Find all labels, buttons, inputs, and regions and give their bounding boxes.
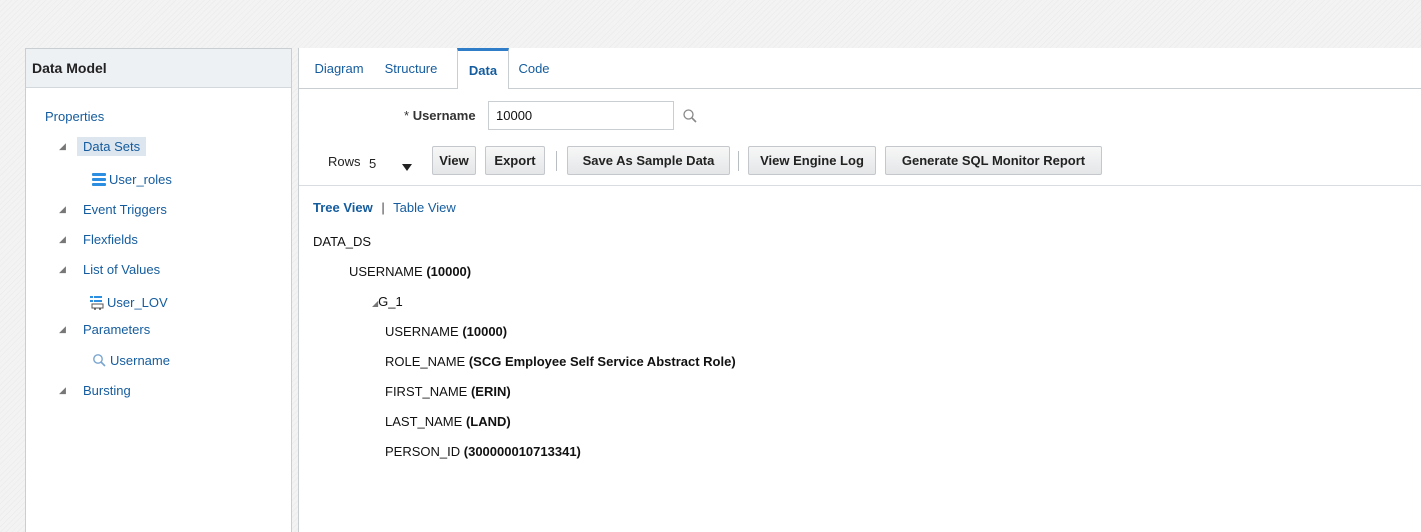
tab-diagram[interactable]: Diagram — [307, 48, 371, 88]
tree-field: LAST_NAME (LAND) — [385, 414, 511, 429]
tree-node-data-sets[interactable]: ◢ Data Sets — [59, 136, 147, 156]
tree-node-flexfields[interactable]: ◢ Flexfields — [59, 229, 138, 249]
tab-structure[interactable]: Structure — [377, 48, 445, 88]
tree-field: ROLE_NAME (SCG Employee Self Service Abs… — [385, 354, 736, 369]
data-model-panel: Data Model Properties ◢ Data Sets User_r… — [25, 48, 292, 532]
search-icon — [92, 353, 106, 367]
search-icon[interactable] — [682, 108, 698, 124]
username-param-label: * Username — [404, 108, 476, 123]
tree-field: PERSON_ID (300000010713341) — [385, 444, 581, 459]
tab-bar: Diagram Structure Data Code — [299, 48, 1421, 89]
tree-node-label: User_roles — [109, 171, 172, 187]
tree-node-label: Flexfields — [83, 231, 138, 247]
collapse-triangle-icon[interactable]: ◢ — [59, 204, 83, 215]
tree-node-username-param[interactable]: Username — [92, 350, 170, 370]
collapse-triangle-icon[interactable]: ◢ — [59, 234, 83, 245]
view-button[interactable]: View — [432, 146, 476, 175]
collapse-triangle-icon[interactable]: ◢ — [59, 385, 83, 396]
tab-data[interactable]: Data — [457, 48, 509, 89]
toolbar-divider — [556, 151, 557, 171]
toolbar-divider-line — [299, 185, 1421, 186]
panel-title: Data Model — [26, 49, 291, 88]
required-marker: * — [404, 108, 410, 123]
view-switch-separator: | — [381, 200, 385, 215]
dataset-icon — [92, 172, 106, 186]
collapse-triangle-icon[interactable]: ◢ — [59, 264, 83, 275]
tree-root: DATA_DS — [313, 234, 372, 249]
tree-node-label: Data Sets — [77, 136, 147, 156]
tree-node-label: List of Values — [83, 261, 161, 277]
tree-node-label: Parameters — [83, 321, 151, 337]
tree-view-link[interactable]: Tree View — [313, 200, 373, 215]
tree-field: USERNAME (10000) — [349, 264, 472, 279]
export-button[interactable]: Export — [485, 146, 545, 175]
properties-link[interactable]: Properties — [45, 106, 104, 126]
tree-node-event-triggers[interactable]: ◢ Event Triggers — [59, 199, 167, 219]
table-view-link[interactable]: Table View — [393, 200, 456, 215]
view-engine-log-button[interactable]: View Engine Log — [748, 146, 876, 175]
tree-group[interactable]: ◢G_1 — [372, 294, 403, 309]
tree-node-label: Username — [110, 352, 170, 368]
tree-node-bursting[interactable]: ◢ Bursting — [59, 380, 131, 400]
toolbar-divider — [738, 151, 739, 171]
tree-node-list-of-values[interactable]: ◢ List of Values — [59, 259, 160, 279]
generate-sql-monitor-report-button[interactable]: Generate SQL Monitor Report — [885, 146, 1102, 175]
tab-code[interactable]: Code — [514, 48, 554, 88]
collapse-triangle-icon[interactable]: ◢ — [59, 324, 83, 335]
lov-icon — [90, 295, 105, 310]
tree-node-label: Bursting — [83, 382, 131, 398]
tree-node-user-roles[interactable]: User_roles — [92, 169, 172, 189]
tree-node-user-lov[interactable]: User_LOV — [90, 292, 168, 312]
tree-field: FIRST_NAME (ERIN) — [385, 384, 511, 399]
rows-label: Rows — [328, 154, 361, 169]
view-switch: Tree View | Table View — [313, 200, 456, 215]
tree-field: USERNAME (10000) — [385, 324, 508, 339]
tree-node-parameters[interactable]: ◢ Parameters — [59, 319, 150, 339]
tree-node-label: Event Triggers — [83, 201, 167, 217]
save-as-sample-data-button[interactable]: Save As Sample Data — [567, 146, 730, 175]
chevron-down-icon — [402, 159, 412, 174]
rows-select[interactable]: 5 — [369, 152, 419, 174]
username-input[interactable] — [488, 101, 674, 130]
tree-node-label: User_LOV — [107, 294, 168, 310]
editor-panel: Diagram Structure Data Code * Username R… — [298, 48, 1421, 532]
